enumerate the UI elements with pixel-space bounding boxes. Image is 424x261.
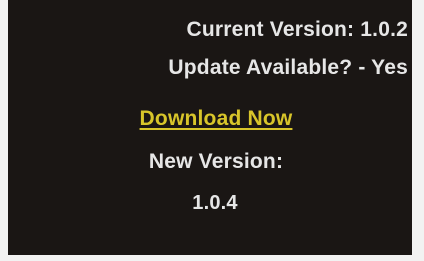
update-available-text: Update Available? - Yes bbox=[168, 56, 408, 79]
new-version-label: New Version: bbox=[148, 150, 284, 173]
new-version-value: 1.0.4 bbox=[192, 192, 238, 214]
download-now-link[interactable]: Download Now bbox=[8, 107, 424, 131]
update-info-panel: Current Version: 1.0.2 Update Available?… bbox=[8, 0, 412, 255]
current-version-text: Current Version: 1.0.2 bbox=[186, 18, 408, 41]
